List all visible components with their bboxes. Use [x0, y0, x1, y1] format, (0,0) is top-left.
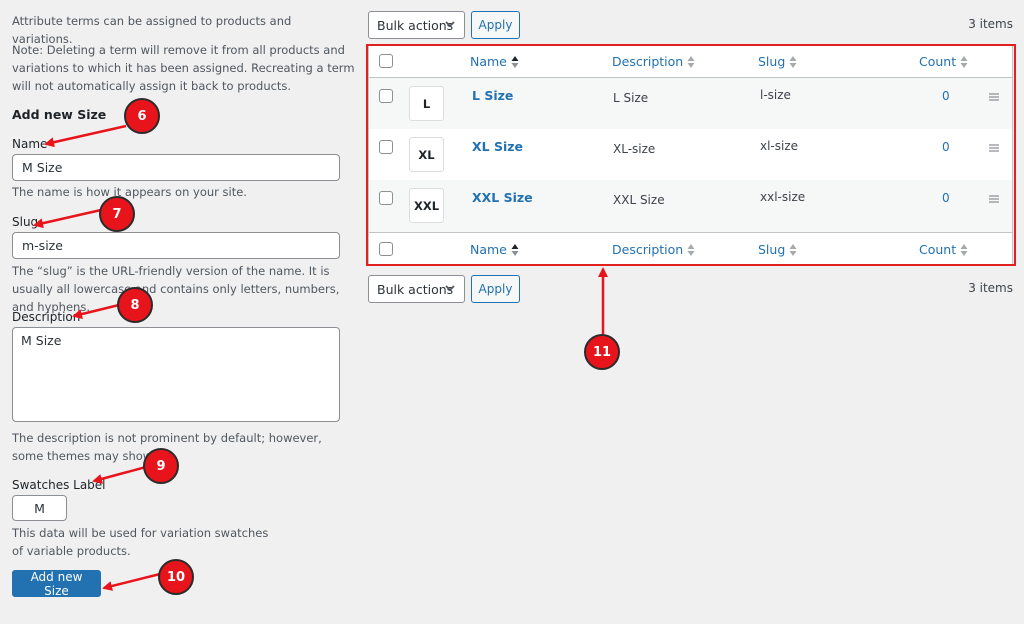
- annotation-badge-6: 6: [124, 98, 160, 134]
- annotation-badge-9: 9: [143, 448, 179, 484]
- annotation-badge-10: 10: [158, 559, 194, 595]
- annotation-arrows: [33, 124, 608, 591]
- annotation-badge-8: 8: [117, 287, 153, 323]
- annotation-badge-11: 11: [584, 334, 620, 370]
- annotation-badge-7: 7: [99, 196, 135, 232]
